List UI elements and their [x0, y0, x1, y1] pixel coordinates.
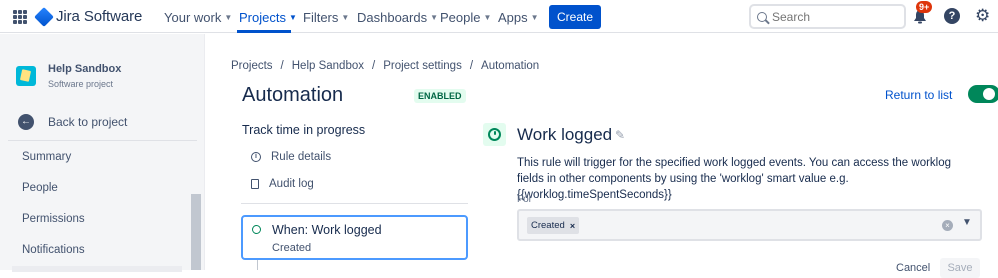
remove-chip-icon[interactable]: × — [570, 221, 575, 231]
chevron-down-icon: ▼ — [530, 13, 539, 22]
breadcrumb-separator: / — [280, 60, 284, 72]
for-field-label: For — [517, 194, 532, 205]
event-type-select[interactable]: Created × × ▼ — [517, 209, 982, 241]
sidebar-item-people[interactable]: People — [22, 182, 58, 194]
help-icon[interactable]: ? — [944, 8, 960, 24]
project-sidebar: Help Sandbox Software project ← Back to … — [0, 34, 205, 272]
sidebar-scrollbar[interactable] — [191, 194, 201, 270]
chip-label: Created — [531, 220, 565, 231]
rule-name: Track time in progress — [242, 123, 366, 137]
nav-projects[interactable]: Projects ▼ — [239, 10, 297, 25]
arrow-left-icon: ← — [18, 114, 34, 130]
nav-your-work-label: Your work — [164, 10, 222, 25]
product-name: Jira Software — [56, 8, 143, 25]
chevron-down-icon: ▼ — [483, 13, 492, 22]
audit-log-icon — [251, 179, 259, 189]
cancel-button[interactable]: Cancel — [896, 262, 930, 274]
sidebar-item-permissions[interactable]: Permissions — [22, 213, 85, 225]
project-name: Help Sandbox — [48, 63, 122, 75]
search-icon — [757, 11, 767, 22]
nav-your-work[interactable]: Your work ▼ — [164, 10, 232, 25]
sidebar-divider — [8, 140, 197, 141]
page-title: Automation — [242, 84, 344, 106]
settings-gear-icon[interactable]: ⚙ — [975, 7, 990, 25]
create-button[interactable]: Create — [549, 5, 601, 29]
chevron-down-icon: ▼ — [341, 13, 350, 22]
detail-description: This rule will trigger for the specified… — [517, 157, 952, 201]
sidebar-item-notifications[interactable]: Notifications — [22, 244, 85, 256]
project-avatar — [16, 66, 36, 86]
breadcrumb-separator: / — [372, 60, 376, 72]
work-logged-clock-icon — [483, 123, 506, 146]
trigger-title: When: Work logged — [272, 223, 382, 237]
nav-projects-label: Projects — [239, 10, 286, 25]
search-box[interactable] — [749, 4, 906, 29]
top-navigation: Jira Software Your work ▼ Projects ▼ Filte… — [0, 0, 998, 33]
breadcrumb-separator: / — [469, 60, 474, 72]
notification-badge: 9+ — [916, 1, 933, 13]
breadcrumb-projects[interactable]: Projects — [231, 60, 273, 72]
breadcrumb-automation[interactable]: Automation — [481, 60, 539, 72]
active-nav-indicator — [237, 30, 291, 33]
sidebar-item-automation[interactable] — [12, 266, 182, 272]
rule-details-link[interactable]: i Rule details — [251, 151, 331, 163]
nav-dashboards-label: Dashboards — [357, 10, 428, 25]
back-to-project-link[interactable]: ← Back to project — [18, 114, 127, 130]
sidebar-item-summary[interactable]: Summary — [22, 151, 71, 163]
nav-filters-label: Filters — [303, 10, 339, 25]
jira-logo[interactable]: Jira Software — [34, 6, 143, 27]
audit-log-label: Audit log — [269, 178, 314, 190]
search-input[interactable] — [772, 9, 892, 24]
clear-selection-icon[interactable]: × — [942, 220, 953, 231]
project-type: Software project — [48, 79, 114, 89]
trigger-component-card[interactable]: When: Work logged Created — [241, 215, 468, 260]
component-connector — [257, 260, 258, 270]
jira-logo-icon — [34, 6, 54, 27]
audit-log-link[interactable]: Audit log — [251, 178, 314, 190]
chevron-down-icon: ▼ — [430, 13, 439, 22]
chevron-down-icon[interactable]: ▼ — [962, 217, 972, 228]
nav-apps-label: Apps — [498, 10, 528, 25]
rule-details-label: Rule details — [271, 151, 332, 163]
breadcrumb-help-sandbox[interactable]: Help Sandbox — [292, 60, 364, 72]
back-label: Back to project — [48, 115, 128, 129]
status-badge: ENABLED — [414, 89, 466, 103]
rule-enabled-toggle[interactable] — [968, 85, 998, 103]
nav-people-label: People — [440, 10, 481, 25]
breadcrumb-project-settings[interactable]: Project settings — [383, 60, 462, 72]
app-switcher-icon[interactable] — [13, 10, 27, 24]
save-button[interactable]: Save — [940, 258, 980, 278]
breadcrumb: Projects / Help Sandbox / Project settings… — [231, 60, 539, 72]
nav-apps[interactable]: Apps ▼ — [498, 10, 539, 25]
toggle-knob — [983, 88, 995, 100]
nav-people[interactable]: People ▼ — [440, 10, 491, 25]
edit-pencil-icon[interactable]: ✎ — [615, 128, 625, 142]
nav-filters[interactable]: Filters ▼ — [303, 10, 349, 25]
nav-dashboards[interactable]: Dashboards ▼ — [357, 10, 438, 25]
rule-divider — [241, 203, 468, 204]
chevron-down-icon: ▼ — [288, 13, 297, 22]
clock-icon — [252, 225, 261, 234]
selected-chip-created: Created × — [527, 217, 580, 234]
chevron-down-icon: ▼ — [224, 13, 233, 22]
info-icon: i — [251, 152, 261, 162]
detail-title: Work logged — [517, 125, 613, 144]
return-to-list-link[interactable]: Return to list — [885, 88, 952, 102]
trigger-subtitle: Created — [272, 242, 312, 254]
